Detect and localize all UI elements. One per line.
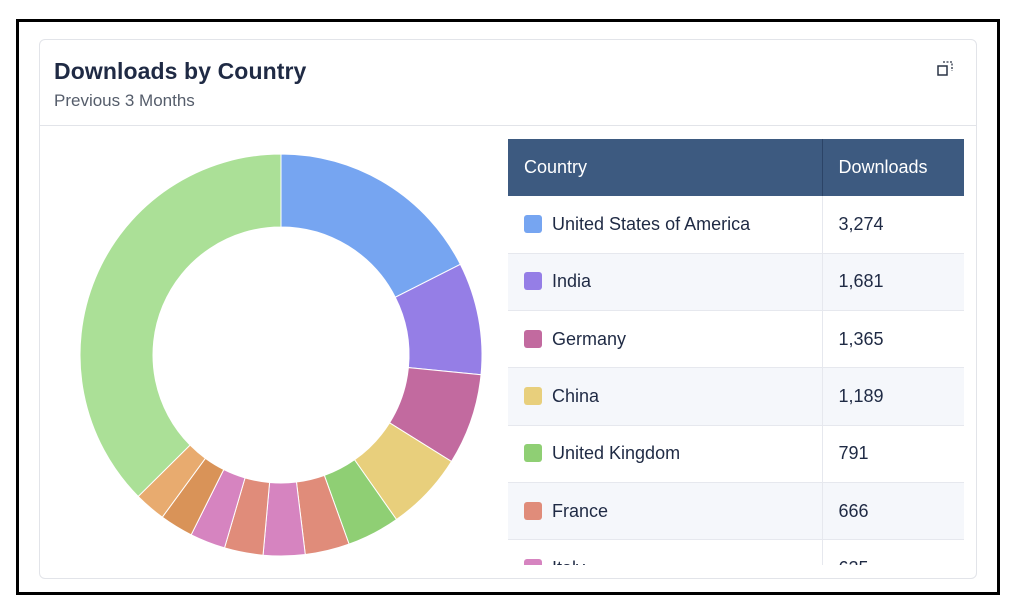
table-row[interactable]: France 666: [508, 482, 964, 541]
header-country[interactable]: Country: [508, 139, 823, 196]
legend-swatch: [524, 387, 542, 406]
legend-swatch: [524, 444, 542, 463]
country-label: France: [552, 500, 609, 521]
table-row[interactable]: Germany 1,365: [508, 310, 964, 369]
table-row[interactable]: India 1,681: [508, 253, 964, 312]
card-subtitle: Previous 3 Months: [54, 91, 195, 110]
expand-icon[interactable]: [936, 60, 954, 78]
donut-slice[interactable]: [79, 153, 282, 498]
downloads-value: 3,274: [822, 196, 964, 254]
downloads-value: 791: [822, 425, 964, 483]
country-label: Germany: [552, 328, 627, 349]
country-cell: China: [508, 367, 823, 426]
card-title: Downloads by Country: [54, 58, 307, 84]
card-header: Downloads by Country Previous 3 Months: [40, 40, 976, 126]
downloads-value: 666: [822, 482, 964, 541]
table-header-row: Country Downloads: [508, 139, 964, 196]
country-cell: United States of America: [508, 196, 823, 254]
country-label: India: [552, 271, 592, 292]
legend-swatch: [524, 272, 542, 291]
country-label: United States of America: [552, 213, 751, 234]
country-label: Italy: [552, 558, 585, 565]
country-table-container[interactable]: Country Downloads United States of Ameri…: [508, 139, 964, 565]
country-table: Country Downloads United States of Ameri…: [508, 139, 964, 565]
country-cell: France: [508, 482, 823, 541]
country-cell: India: [508, 253, 823, 312]
table-row[interactable]: United States of America 3,274: [508, 196, 964, 254]
downloads-value: 1,189: [822, 367, 964, 426]
legend-swatch: [524, 558, 542, 565]
legend-swatch: [524, 501, 542, 520]
country-label: China: [552, 386, 600, 407]
country-cell: United Kingdom: [508, 425, 823, 483]
country-cell: Italy: [508, 539, 823, 565]
country-label: United Kingdom: [552, 443, 681, 464]
donut-slice[interactable]: [280, 153, 462, 298]
legend-swatch: [524, 329, 542, 348]
header-downloads[interactable]: Downloads: [822, 139, 964, 196]
table-row[interactable]: United Kingdom 791: [508, 425, 964, 483]
downloads-value: 1,365: [822, 310, 964, 369]
window-frame: Downloads by Country Previous 3 Months C…: [16, 19, 1000, 595]
table-body: United States of America 3,274 India 1,681 G…: [508, 196, 964, 565]
downloads-value: 625: [822, 539, 964, 565]
country-cell: Germany: [508, 310, 823, 369]
table-row[interactable]: Italy 625: [508, 539, 964, 565]
downloads-value: 1,681: [822, 253, 964, 312]
downloads-card: Downloads by Country Previous 3 Months C…: [39, 39, 977, 579]
table-row[interactable]: China 1,189: [508, 367, 964, 426]
donut-chart: [79, 153, 483, 557]
legend-swatch: [524, 214, 542, 233]
